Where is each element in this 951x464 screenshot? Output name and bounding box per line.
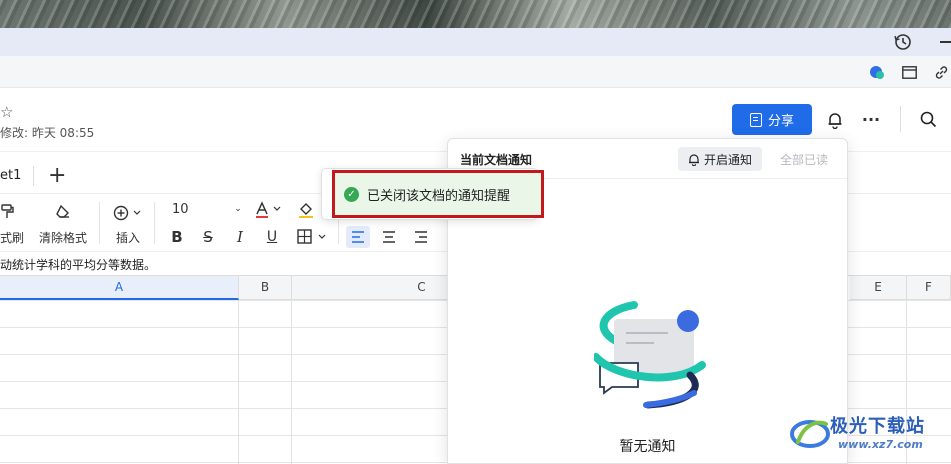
border-icon[interactable] xyxy=(296,229,330,245)
align-left-icon[interactable] xyxy=(346,226,370,248)
toast-message: ✓ 已关闭该文档的通知提醒 xyxy=(332,170,544,218)
column-header-f[interactable]: F xyxy=(907,276,951,300)
font-color-icon[interactable] xyxy=(254,201,284,219)
assistant-icon[interactable] xyxy=(868,63,886,81)
column-header-a[interactable]: A xyxy=(0,276,239,300)
star-icon[interactable]: ☆ xyxy=(0,103,13,121)
history-icon[interactable] xyxy=(893,32,913,52)
share-label: 分享 xyxy=(767,114,794,129)
browser-toolbar xyxy=(0,56,951,88)
link-icon[interactable] xyxy=(932,63,950,81)
document-icon xyxy=(749,112,762,127)
watermark-name: 极光下载站 xyxy=(830,416,925,437)
search-icon[interactable] xyxy=(918,109,938,129)
add-sheet-icon[interactable]: + xyxy=(48,163,66,189)
format-painter-icon[interactable] xyxy=(0,203,14,221)
column-header-b[interactable]: B xyxy=(239,276,292,300)
toolbar-divider xyxy=(99,202,100,244)
align-center-icon[interactable] xyxy=(380,229,398,245)
panel-title: 当前文档通知 xyxy=(460,153,533,167)
insert-label[interactable]: 插入 xyxy=(116,229,140,246)
watermark: 极光下载站 www.xz7.com xyxy=(790,412,950,462)
column-line xyxy=(291,300,292,464)
fill-color-icon[interactable] xyxy=(296,201,318,219)
chevron-down-icon[interactable]: ⌄ xyxy=(232,203,244,215)
empty-illustration xyxy=(594,301,706,409)
tab-divider xyxy=(33,166,34,186)
italic-icon[interactable]: I xyxy=(232,228,248,246)
column-header-e[interactable]: E xyxy=(850,276,907,300)
sheet-tab[interactable]: et1 xyxy=(0,168,21,183)
desktop-wallpaper xyxy=(0,0,951,28)
eraser-icon[interactable] xyxy=(54,204,72,220)
check-icon: ✓ xyxy=(344,186,359,202)
font-size-value[interactable]: 10 xyxy=(172,202,189,217)
strikethrough-icon[interactable]: S xyxy=(200,228,216,246)
bold-icon[interactable]: B xyxy=(169,228,185,246)
insert-icon[interactable] xyxy=(112,204,142,222)
toast-text: 已关闭该文档的通知提醒 xyxy=(367,188,511,204)
minimize-icon[interactable] xyxy=(940,40,951,44)
clear-format-label[interactable]: 清除格式 xyxy=(39,229,87,246)
empty-state-text: 暂无通知 xyxy=(619,439,676,455)
enable-notification-button[interactable]: 开启通知 xyxy=(678,147,762,171)
mark-all-read-button[interactable]: 全部已读 xyxy=(780,151,828,168)
browser-titlebar xyxy=(0,28,951,56)
bell-icon xyxy=(688,153,699,166)
formula-content[interactable]: 动统计学科的平均分等数据。 xyxy=(0,256,156,273)
enable-notification-label: 开启通知 xyxy=(703,152,752,167)
bell-icon[interactable] xyxy=(825,110,845,130)
window-icon[interactable] xyxy=(900,63,918,81)
watermark-logo xyxy=(790,420,830,448)
more-icon[interactable]: ··· xyxy=(860,108,882,130)
format-painter-label[interactable]: 式刷 xyxy=(0,229,24,246)
align-right-icon[interactable] xyxy=(412,229,430,245)
toolbar-divider xyxy=(154,202,155,244)
underline-icon[interactable]: U xyxy=(264,228,280,246)
share-button[interactable]: 分享 xyxy=(732,104,812,135)
column-line xyxy=(238,300,239,464)
watermark-url: www.xz7.com xyxy=(838,438,923,451)
header-divider xyxy=(900,106,901,132)
last-modified: 修改: 昨天 08:55 xyxy=(0,126,95,140)
